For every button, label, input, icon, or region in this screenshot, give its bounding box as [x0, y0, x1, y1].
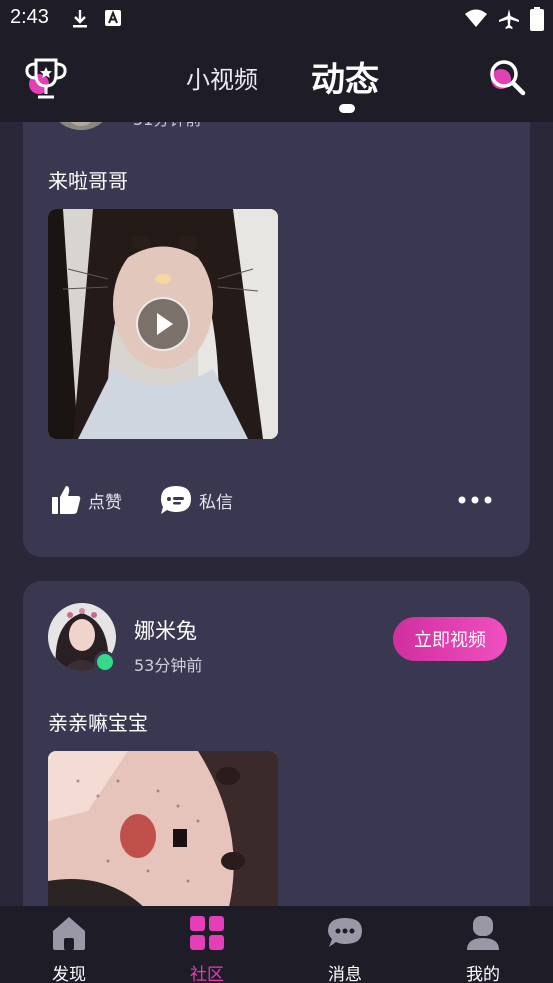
post-card: 娜米兔 53分钟前 立即视频 亲亲嘛宝宝	[23, 581, 530, 906]
online-status-indicator	[94, 651, 116, 673]
home-icon	[53, 917, 85, 950]
status-bar: 2:43	[0, 0, 553, 38]
nav-profile-label: 我的	[466, 965, 500, 983]
active-tab-indicator	[339, 104, 355, 113]
nav-community[interactable]: 社区	[138, 906, 276, 983]
nav-community-label: 社区	[190, 965, 224, 983]
trophy-icon[interactable]	[22, 56, 70, 102]
nav-messages-label: 消息	[328, 965, 362, 983]
status-time: 2:43	[10, 6, 49, 28]
battery-icon	[530, 7, 544, 31]
private-message-button[interactable]: 私信	[159, 482, 233, 518]
private-message-label: 私信	[199, 492, 233, 513]
play-button[interactable]	[136, 297, 190, 351]
chat-icon	[328, 918, 362, 947]
post-time: 53分钟前	[134, 656, 203, 675]
post-card: 51分钟前 来啦哥哥	[23, 122, 530, 557]
video-call-button[interactable]: 立即视频	[393, 617, 507, 661]
username[interactable]: 娜米兔	[134, 615, 197, 645]
nav-discover-label: 发现	[52, 965, 86, 983]
app-notification-icon	[105, 10, 121, 26]
chat-bubble-icon	[161, 486, 191, 514]
airplane-mode-icon	[499, 9, 519, 29]
search-icon[interactable]	[488, 58, 526, 96]
like-label: 点赞	[88, 492, 122, 513]
feed-list[interactable]: 51分钟前 来啦哥哥	[0, 122, 553, 906]
download-icon	[73, 10, 87, 28]
post-text: 来啦哥哥	[48, 169, 128, 193]
thumbs-up-icon	[52, 486, 81, 514]
nav-discover[interactable]: 发现	[0, 906, 138, 983]
nav-profile[interactable]: 我的	[414, 906, 552, 983]
person-icon	[467, 916, 499, 950]
bottom-nav: 发现 社区 消息 我的	[0, 906, 553, 983]
wifi-icon	[465, 9, 487, 27]
play-icon	[157, 313, 173, 335]
more-options-icon[interactable]	[455, 490, 495, 510]
video-thumbnail[interactable]	[48, 751, 278, 906]
top-bar: 小视频 动态	[0, 38, 553, 122]
post-text: 亲亲嘛宝宝	[48, 711, 148, 735]
nav-messages[interactable]: 消息	[276, 906, 414, 983]
video-thumbnail[interactable]	[48, 209, 278, 439]
tab-short-video[interactable]: 小视频	[186, 60, 258, 95]
avatar[interactable]	[48, 122, 114, 130]
grid-icon	[190, 916, 224, 950]
tab-feed[interactable]: 动态	[311, 52, 379, 101]
like-button[interactable]: 点赞	[50, 482, 122, 518]
post-time: 51分钟前	[133, 122, 201, 130]
